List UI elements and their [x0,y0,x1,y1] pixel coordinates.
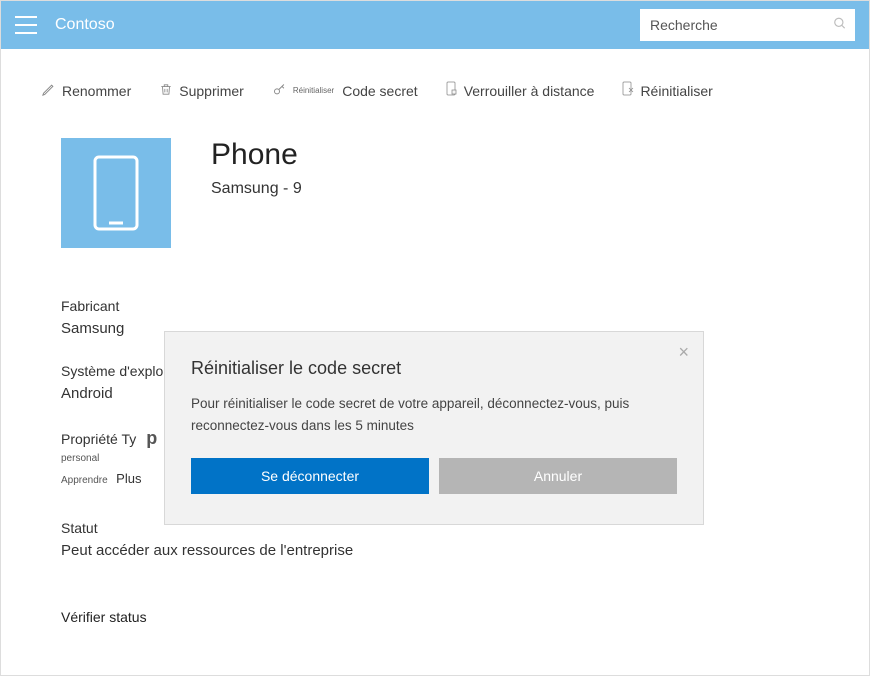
device-tile [61,138,171,248]
brand-title: Contoso [55,16,115,34]
modal-buttons: Se déconnecter Annuler [191,458,677,494]
phone-lock-icon [446,81,458,100]
reset-passcode-button[interactable]: Réinitialiser Code secret [272,82,418,100]
modal-message: Pour réinitialiser le code secret de vot… [191,393,677,436]
ownership-label: Propriété Ty [61,431,136,447]
device-info: Phone Samsung - 9 [211,138,302,198]
action-toolbar: Renommer Supprimer Réinitialiser Code se… [1,49,869,118]
hamburger-menu-icon[interactable] [15,16,37,34]
search-input[interactable] [640,9,855,41]
pencil-icon [41,82,56,100]
remote-lock-button[interactable]: Verrouiller à distance [446,81,595,100]
ownership-p: p [146,428,157,449]
phone-icon [91,153,141,233]
modal-title: Réinitialiser le code secret [191,358,677,379]
device-subtitle: Samsung - 9 [211,180,302,198]
delete-button[interactable]: Supprimer [159,82,244,100]
app-header: Contoso [1,1,869,49]
rename-label: Renommer [62,83,131,99]
status-value: Peut accéder aux ressources de l'entrepr… [61,542,809,559]
search-wrap [640,9,855,41]
plus-link[interactable]: Plus [116,471,141,486]
status-block: Statut Peut accéder aux ressources de l'… [61,520,809,559]
cancel-button[interactable]: Annuler [439,458,677,494]
manufacturer-label: Fabricant [61,298,809,314]
device-summary: Phone Samsung - 9 [61,138,809,248]
reset-button[interactable]: Réinitialiser [622,81,712,100]
verify-status-link[interactable]: Vérifier status [61,609,809,625]
trash-icon [159,82,173,100]
reset-label: Réinitialiser [640,83,712,99]
passcode-label: Code secret [342,83,417,99]
remote-lock-label: Verrouiller à distance [464,83,595,99]
reset-device-icon [622,81,634,100]
reset-tiny-label: Réinitialiser [293,86,334,95]
search-icon[interactable] [833,17,847,34]
rename-button[interactable]: Renommer [41,82,131,100]
close-icon[interactable]: × [678,342,689,363]
delete-label: Supprimer [179,83,244,99]
learn-label: Apprendre [61,475,108,486]
reset-passcode-modal: × Réinitialiser le code secret Pour réin… [164,331,704,525]
sign-out-button[interactable]: Se déconnecter [191,458,429,494]
key-icon [272,82,287,100]
device-name: Phone [211,138,302,172]
